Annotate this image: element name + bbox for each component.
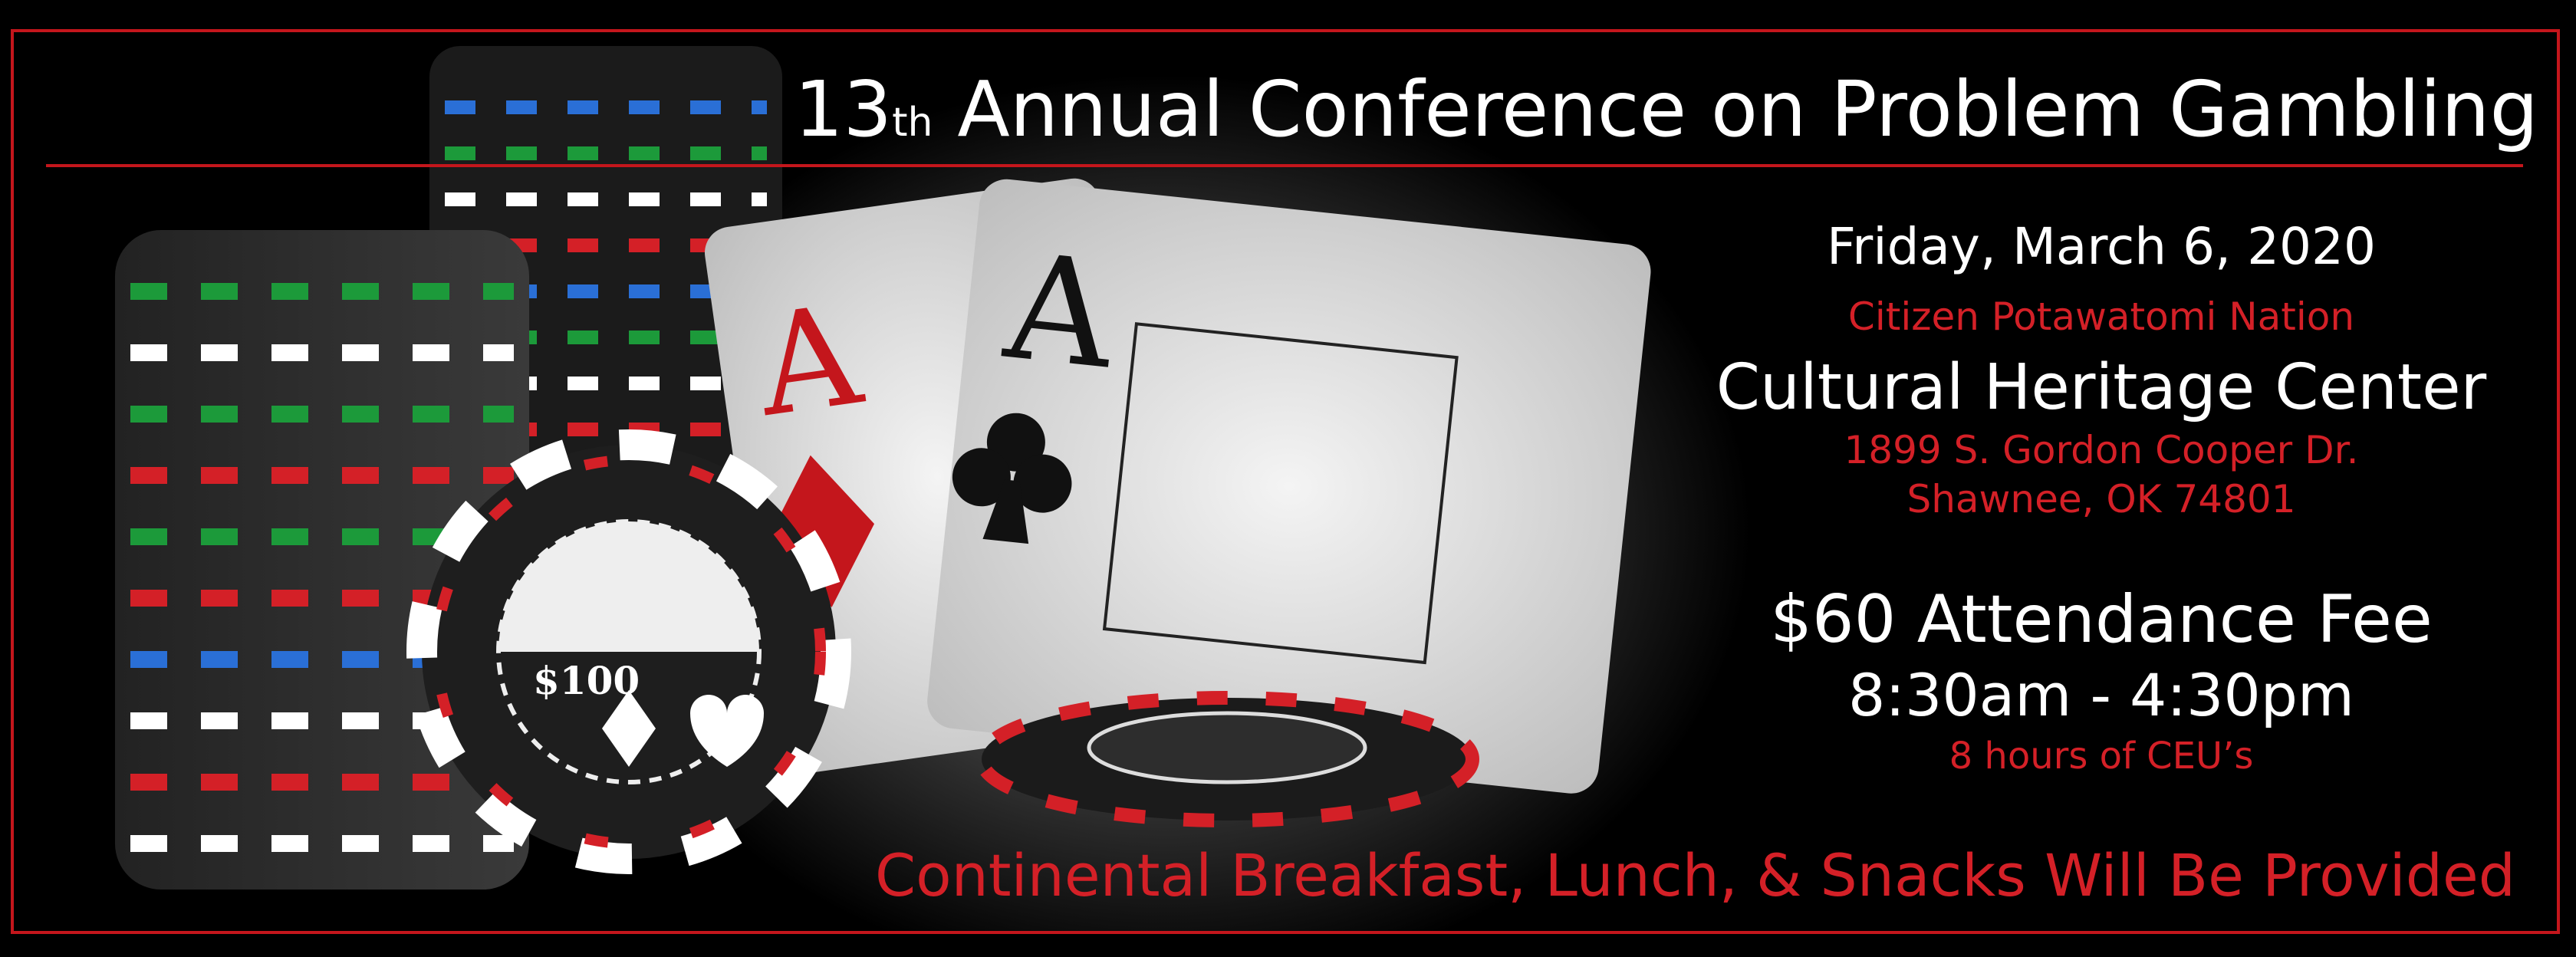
title-suffix: th xyxy=(892,100,933,146)
address-line2: Shawnee, OK 74801 xyxy=(1907,477,2296,521)
event-host: Citizen Potawatomi Nation xyxy=(1847,294,2355,339)
chip-value: $100 xyxy=(533,658,640,703)
page-title: 13th Annual Conference on Problem Gambli… xyxy=(782,60,2538,160)
title-number: 13 xyxy=(794,64,893,154)
attendance-fee: $60 Attendance Fee xyxy=(1770,581,2433,658)
address-line1: 1899 S. Gordon Cooper Dr. xyxy=(1844,428,2359,472)
title-rest: Annual Conference on Problem Gambling xyxy=(933,64,2538,154)
chip-small xyxy=(975,691,1479,827)
event-venue: Cultural Heritage Center xyxy=(1716,351,2487,424)
header-divider xyxy=(46,164,2523,167)
card2-rank: A xyxy=(997,222,1123,402)
ceu-hours: 8 hours of CEU’s xyxy=(1949,735,2254,778)
event-time: 8:30am - 4:30pm xyxy=(1848,661,2354,729)
meals-note: Continental Breakfast, Lunch, & Snacks W… xyxy=(875,841,2515,909)
chip-100: $100 xyxy=(406,429,851,874)
event-date: Friday, March 6, 2020 xyxy=(1826,217,2377,276)
